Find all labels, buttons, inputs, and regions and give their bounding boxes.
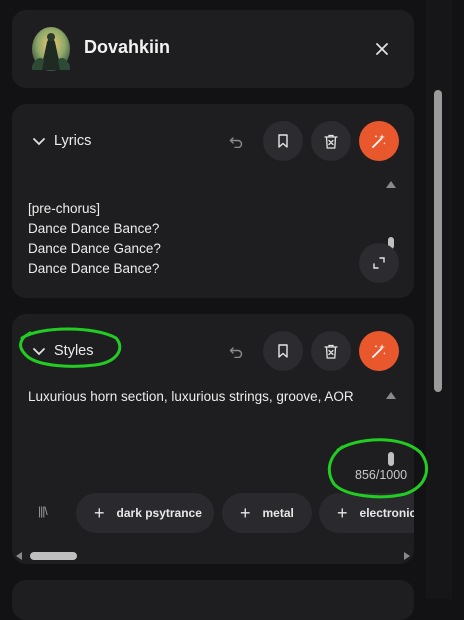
annotation-circle [19, 327, 429, 499]
